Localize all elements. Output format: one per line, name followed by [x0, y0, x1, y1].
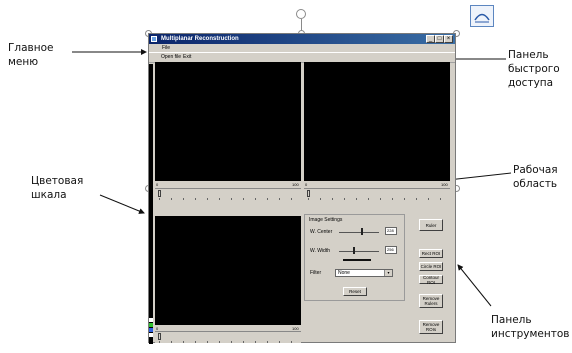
color-scale-swatch — [149, 328, 153, 332]
viewport-top-right[interactable] — [304, 62, 450, 181]
chevron-down-icon[interactable]: ▾ — [384, 270, 392, 276]
app-icon — [151, 36, 157, 42]
annotation-tool-panel: Панель инструментов — [491, 314, 570, 340]
viewport-1-min: 0 — [156, 182, 159, 187]
slider-thumb[interactable] — [158, 333, 161, 340]
close-button[interactable]: × — [444, 35, 453, 43]
color-scale — [149, 64, 153, 344]
window-center-slider[interactable] — [339, 232, 379, 233]
remove-rois-button[interactable]: Remove ROIs — [419, 320, 443, 334]
minimize-button[interactable]: _ — [426, 35, 435, 43]
window-width-label: W. Width — [310, 248, 331, 254]
open-file-button[interactable]: Open file — [161, 53, 181, 62]
viewport-2-max: 100 — [441, 182, 448, 187]
annotation-quick-access: Панель быстрого доступа — [508, 49, 560, 89]
reset-button[interactable]: Reset — [343, 287, 367, 296]
selection-rotate-handle[interactable] — [296, 9, 306, 19]
slider-thumb[interactable] — [307, 190, 310, 197]
circle-roi-button[interactable]: Circle ROI — [419, 262, 443, 271]
image-settings-title: Image Settings — [309, 217, 343, 223]
window-center-value[interactable]: 228 — [385, 227, 397, 235]
window-width-slider[interactable] — [339, 251, 379, 252]
exit-button[interactable]: Exit — [183, 53, 191, 62]
viewport-bottom-left[interactable] — [155, 216, 301, 325]
menu-item-file[interactable]: File — [162, 44, 170, 52]
contour-roi-button[interactable]: Contour ROI — [419, 275, 443, 285]
color-scale-swatch — [149, 323, 153, 327]
quick-access-icon[interactable] — [470, 5, 494, 27]
filter-select[interactable]: None ▾ — [335, 269, 393, 277]
window-center-thumb[interactable] — [361, 228, 363, 235]
arrow-work-area — [447, 172, 512, 183]
viewport-1-slice-slider[interactable] — [155, 188, 301, 200]
color-scale-swatch — [149, 318, 153, 322]
window-title: Multiplanar Reconstruction — [161, 36, 239, 42]
slider-ticks — [308, 198, 446, 200]
annotation-color-scale: Цветовая шкала — [31, 175, 84, 201]
image-settings-group: Image Settings W. Center 228 W. Width 25… — [304, 214, 405, 301]
remove-rulers-button[interactable]: Remove Rulers — [419, 294, 443, 308]
viewport-1-max: 100 — [292, 182, 299, 187]
window-width-value[interactable]: 256 — [385, 246, 397, 254]
slider-ticks — [159, 198, 297, 200]
viewport-3-slice-slider[interactable] — [155, 331, 301, 343]
filter-select-value: None — [338, 270, 350, 276]
ruler-button[interactable]: Ruler — [419, 219, 443, 231]
maximize-button[interactable]: □ — [435, 35, 444, 43]
slider-ticks — [159, 341, 297, 343]
arrow-tool-panel — [457, 264, 492, 307]
window-width-underline — [343, 259, 371, 261]
window-width-thumb[interactable] — [353, 247, 355, 254]
selection-rotate-stem — [301, 19, 302, 31]
main-menu: File — [149, 44, 455, 52]
viewport-2-slice-slider[interactable] — [304, 188, 450, 200]
annotation-main-menu: Главное меню — [8, 42, 54, 68]
annotation-work-area: Рабочая область — [513, 164, 558, 190]
arrow-color-scale — [99, 194, 145, 214]
window-center-label: W. Center — [310, 229, 333, 235]
viewport-2-min: 0 — [305, 182, 308, 187]
color-scale-swatch — [149, 333, 153, 337]
title-bar[interactable]: Multiplanar Reconstruction _ □ × — [149, 34, 455, 44]
filter-label: Filter — [310, 270, 322, 276]
app-window: Multiplanar Reconstruction _ □ × File Op… — [148, 33, 456, 344]
viewport-top-left[interactable] — [155, 62, 301, 181]
tool-panel: Image Settings W. Center 228 W. Width 25… — [304, 214, 455, 342]
rect-roi-button[interactable]: Rect ROI — [419, 249, 443, 258]
slider-thumb[interactable] — [158, 190, 161, 197]
